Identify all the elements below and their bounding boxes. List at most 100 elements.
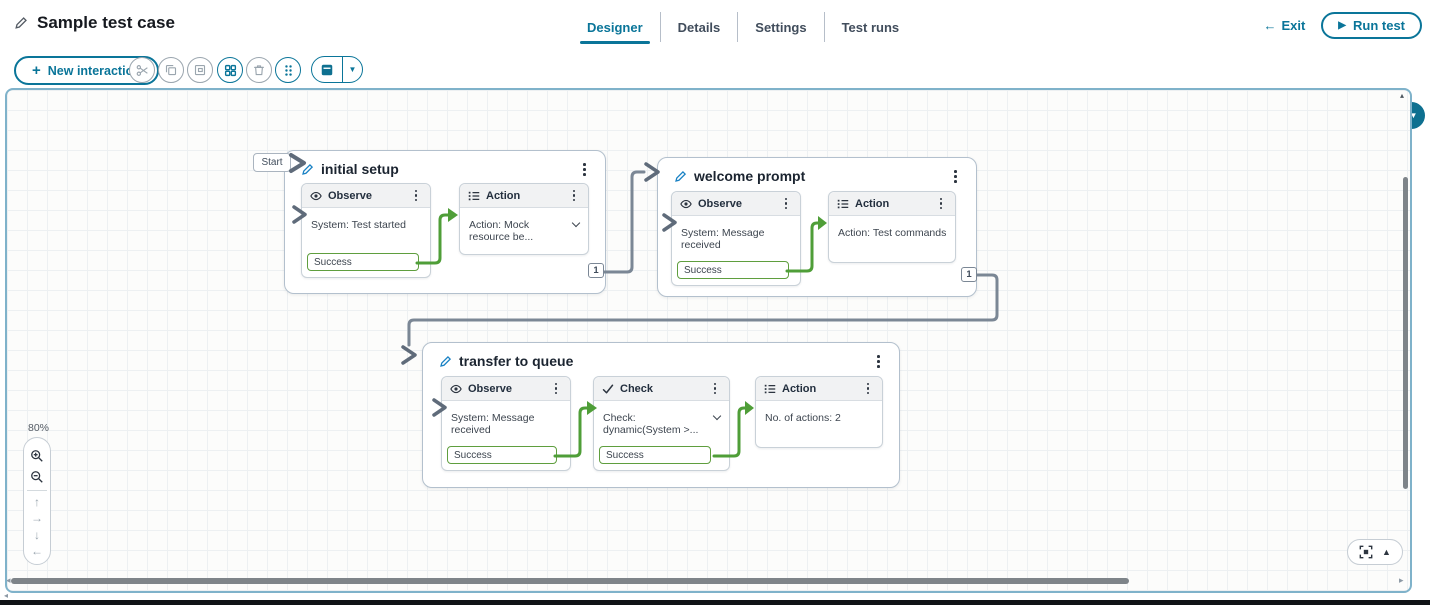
paste-button[interactable] <box>187 57 213 83</box>
zoom-in-button[interactable] <box>30 445 44 466</box>
copy-button[interactable] <box>158 57 184 83</box>
block-header: initial setup <box>285 151 605 179</box>
hscroll-right-arrow-icon[interactable]: ▸ <box>1399 575 1404 586</box>
card-action[interactable]: Action Action: Mock resource be... <box>459 183 589 255</box>
card-body-text: Check: dynamic(System >... <box>603 412 710 436</box>
zoom-pad-divider <box>27 490 47 491</box>
block-title: welcome prompt <box>694 168 805 184</box>
exit-link[interactable]: ← Exit <box>1263 18 1305 33</box>
exit-label: Exit <box>1281 18 1305 33</box>
card-body-text: System: Test started <box>311 219 423 231</box>
drag-handle-button[interactable] <box>275 57 301 83</box>
pan-up-button[interactable]: ↑ <box>34 494 40 510</box>
page-title: Sample test case <box>37 13 175 33</box>
expand-chevron-icon[interactable] <box>713 412 721 420</box>
block-transfer-to-queue[interactable]: transfer to queue Observe System: Messag… <box>422 342 900 488</box>
plus-icon: + <box>32 63 41 78</box>
card-title: Check <box>620 383 653 395</box>
edit-pencil-icon[interactable] <box>301 163 314 176</box>
flow-canvas[interactable]: Start initial setup Observe System: Test <box>5 88 1412 593</box>
card-menu-button[interactable] <box>935 195 947 213</box>
zoom-level: 80% <box>28 422 49 434</box>
block-header: welcome prompt <box>658 158 976 186</box>
tab-test-runs[interactable]: Test runs <box>824 12 917 42</box>
cut-icon <box>136 64 149 77</box>
group-icon <box>224 64 237 77</box>
zoom-out-button[interactable] <box>30 466 44 487</box>
cut-button[interactable] <box>129 57 155 83</box>
fit-view-control[interactable]: ▲ <box>1347 539 1403 565</box>
pan-down-button[interactable]: ↓ <box>34 527 40 543</box>
card-action[interactable]: Action Action: Test commands <box>828 191 956 263</box>
list-icon <box>468 190 480 202</box>
designer-toolbar: + New interaction <box>0 46 1430 88</box>
block-welcome-prompt[interactable]: welcome prompt Observe System: Message r… <box>657 157 977 297</box>
card-menu-button[interactable] <box>862 380 874 398</box>
card-body-text: No. of actions: 2 <box>765 412 875 424</box>
edit-pencil-icon[interactable] <box>439 355 452 368</box>
list-icon <box>837 198 849 210</box>
copy-icon <box>165 64 177 76</box>
collapse-arrow-icon[interactable]: ▲ <box>1382 548 1391 557</box>
card-title: Observe <box>328 190 372 202</box>
paste-icon <box>194 64 206 76</box>
card-body-text: System: Message received <box>451 412 563 436</box>
card-check[interactable]: Check Check: dynamic(System >... Success <box>593 376 730 471</box>
page-scrollbar-strip[interactable]: ◂ <box>0 593 1430 600</box>
vscroll-up-arrow-icon[interactable]: ▴ <box>1400 91 1404 100</box>
connection-badge[interactable]: 1 <box>961 267 977 282</box>
tab-bar: Designer Details Settings Test runs <box>570 12 916 42</box>
delete-button[interactable] <box>246 57 272 83</box>
pan-right-button[interactable]: → <box>31 510 43 526</box>
card-observe[interactable]: Observe System: Test started Success <box>301 183 431 278</box>
eye-icon <box>450 383 462 395</box>
panel-icon <box>312 63 342 77</box>
card-body-text: System: Message received <box>681 227 793 251</box>
eye-icon <box>310 190 322 202</box>
play-icon: ▶ <box>1338 21 1346 31</box>
expand-chevron-icon[interactable] <box>572 219 580 227</box>
card-menu-button[interactable] <box>568 187 580 205</box>
card-action[interactable]: Action No. of actions: 2 <box>755 376 883 448</box>
panel-dropdown-arrow-icon[interactable]: ▼ <box>342 57 362 82</box>
pan-left-button[interactable]: ← <box>31 543 43 559</box>
block-menu-button[interactable] <box>872 352 885 371</box>
tab-designer[interactable]: Designer <box>570 12 660 42</box>
block-initial-setup[interactable]: initial setup Observe System: Test start… <box>284 150 606 294</box>
block-entry-chevron-icon <box>403 347 415 363</box>
page-title-wrap: Sample test case <box>14 13 175 33</box>
header-actions: ← Exit ▶ Run test <box>1263 12 1422 39</box>
edit-title-pencil-icon[interactable] <box>14 16 28 30</box>
test-case-designer-app: Sample test case Designer Details Settin… <box>0 0 1430 605</box>
success-port[interactable]: Success <box>677 261 789 279</box>
card-menu-button[interactable] <box>410 187 422 205</box>
card-menu-button[interactable] <box>550 380 562 398</box>
canvas-vertical-scrollbar[interactable] <box>1403 177 1408 489</box>
hscroll-left-arrow-icon[interactable]: ◂ <box>6 575 11 586</box>
success-port[interactable]: Success <box>307 253 419 271</box>
run-test-button[interactable]: ▶ Run test <box>1321 12 1422 39</box>
trash-icon <box>253 64 265 76</box>
window-bottom-edge <box>0 600 1430 605</box>
back-arrow-icon: ← <box>1263 18 1276 33</box>
success-port[interactable]: Success <box>599 446 711 464</box>
card-body-text: Action: Mock resource be... <box>469 219 569 243</box>
header: Sample test case Designer Details Settin… <box>0 0 1430 46</box>
card-observe[interactable]: Observe System: Message received Success <box>671 191 801 286</box>
card-menu-button[interactable] <box>709 380 721 398</box>
connection-badge[interactable]: 1 <box>588 263 604 278</box>
canvas-horizontal-scrollbar[interactable] <box>11 578 1129 584</box>
success-port[interactable]: Success <box>447 446 557 464</box>
group-button[interactable] <box>217 57 243 83</box>
card-observe[interactable]: Observe System: Message received Success <box>441 376 571 471</box>
check-icon <box>602 383 614 395</box>
tab-settings[interactable]: Settings <box>737 12 823 42</box>
tab-details[interactable]: Details <box>660 12 738 42</box>
block-menu-button[interactable] <box>578 160 591 179</box>
fit-screen-icon <box>1359 545 1373 559</box>
card-menu-button[interactable] <box>780 195 792 213</box>
edit-pencil-icon[interactable] <box>674 170 687 183</box>
block-menu-button[interactable] <box>949 167 962 186</box>
page-scroll-left-arrow-icon[interactable]: ◂ <box>4 591 8 600</box>
panel-toggle-split-button[interactable]: ▼ <box>311 56 363 83</box>
